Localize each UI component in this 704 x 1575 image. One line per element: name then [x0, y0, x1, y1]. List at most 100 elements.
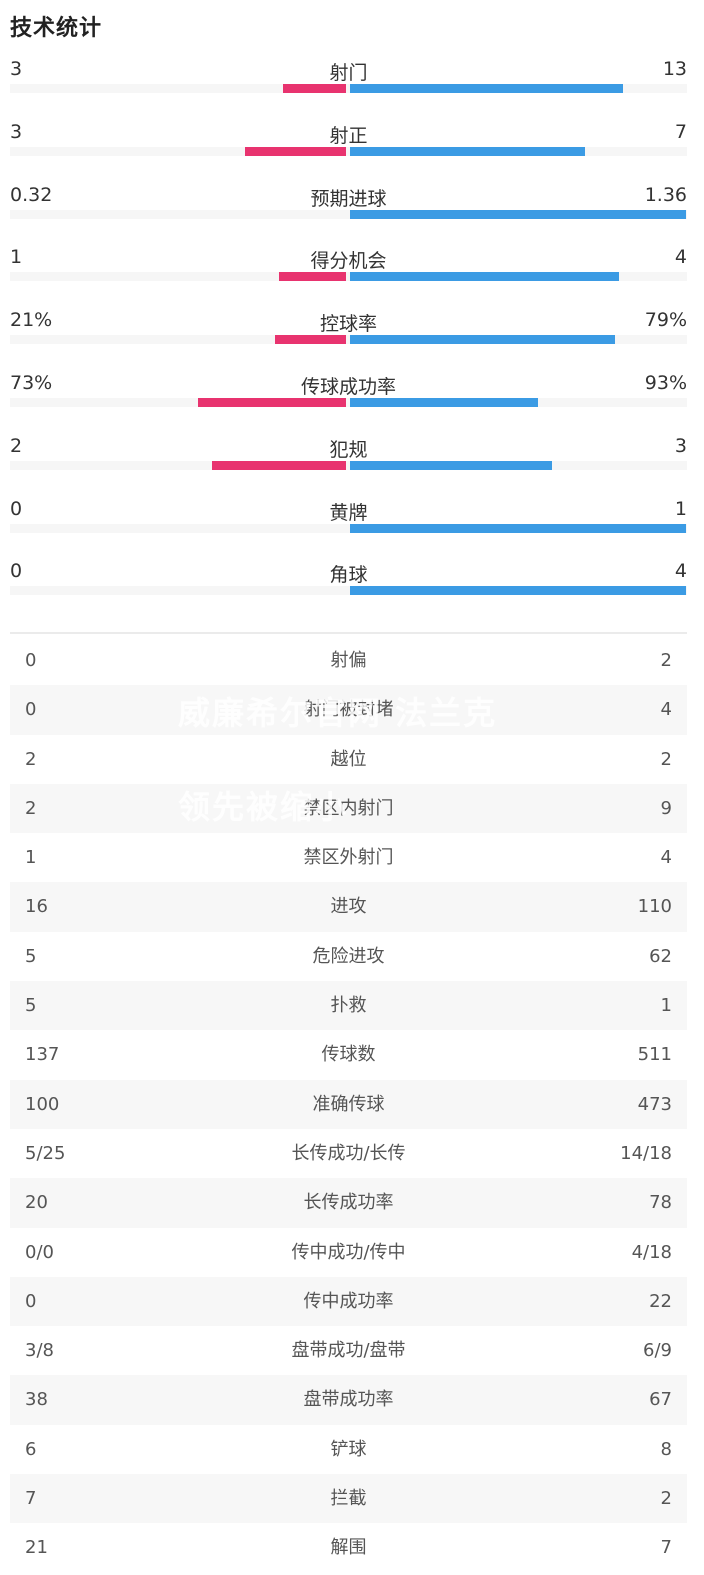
away-value: 3	[674, 434, 687, 457]
stat-label: 黄牌	[329, 501, 368, 524]
stat-label: 盘带成功率	[303, 1389, 394, 1411]
page-title: 技术统计	[10, 16, 103, 41]
away-value: 1	[660, 995, 672, 1017]
bar-stat-row: 21% 控球率 79%	[10, 309, 687, 374]
away-bar	[350, 523, 686, 533]
bar-track	[10, 146, 687, 156]
stat-label: 拦截	[330, 1488, 367, 1510]
away-value: 93%	[644, 372, 687, 394]
away-value: 1	[674, 497, 687, 520]
bar-track	[10, 523, 687, 533]
stat-label: 射门被封堵	[303, 699, 394, 721]
table-row: 5 扑救 1	[10, 981, 687, 1031]
bar-track	[10, 460, 687, 470]
away-value: 8	[660, 1438, 672, 1460]
table-row: 7 拦截 2	[10, 1474, 687, 1524]
away-value: 511	[637, 1044, 672, 1066]
stat-label: 长传成功/长传	[291, 1142, 406, 1164]
stat-label: 犯规	[329, 438, 368, 461]
away-value: 2	[660, 748, 672, 770]
stats-table: 0 射偏 2 0 射门被封堵 4 2 越位 2 2 禁区内射门 9 1 禁区外射门 4 16 进攻 110 5 危险进…	[10, 636, 687, 1573]
table-row: 0/0 传中成功/传中 4/18	[10, 1228, 687, 1277]
away-value: 110	[637, 896, 672, 918]
away-value: 2	[660, 1488, 672, 1510]
bar-track	[10, 586, 687, 596]
table-row: 16 进攻 110	[10, 882, 687, 932]
home-bar	[279, 272, 346, 282]
away-value: 67	[649, 1389, 672, 1411]
bar-track	[10, 209, 687, 219]
away-value: 4	[674, 560, 687, 583]
bar-stat-row: 0 角球 4	[10, 560, 687, 625]
table-row: 0 射偏 2	[10, 636, 687, 685]
table-row: 3/8 盘带成功/盘带 6/9	[10, 1326, 687, 1375]
table-row: 21 解围 7	[10, 1523, 687, 1572]
section-divider	[10, 632, 687, 634]
stat-label: 预期进球	[310, 187, 387, 210]
stat-label: 盘带成功/盘带	[291, 1340, 406, 1362]
away-value: 1.36	[644, 183, 687, 206]
away-value: 6/9	[643, 1340, 672, 1362]
table-row: 1 禁区外射门 4	[10, 833, 687, 882]
table-row: 38 盘带成功率 67	[10, 1375, 687, 1425]
bar-stat-row: 1 得分机会 4	[10, 246, 687, 311]
bar-track	[10, 335, 687, 345]
stat-label: 禁区内射门	[303, 797, 394, 819]
stat-label: 射偏	[330, 650, 367, 671]
bar-stat-row: 0.32 预期进球 1.36	[10, 183, 687, 249]
table-row: 0 传中成功率 22	[10, 1276, 687, 1327]
away-value: 14/18	[620, 1142, 672, 1164]
away-bar	[350, 398, 538, 407]
stat-label: 射门	[329, 62, 368, 84]
stat-label: 角球	[329, 564, 368, 587]
away-value: 7	[660, 1537, 672, 1559]
table-row: 137 传球数 511	[10, 1030, 687, 1079]
table-row: 6 铲球 8	[10, 1425, 687, 1474]
away-bar	[350, 84, 623, 93]
home-bar	[245, 146, 346, 156]
stat-label: 传中成功率	[303, 1290, 394, 1312]
home-bar	[212, 460, 346, 470]
away-bar	[350, 335, 615, 345]
away-value: 4	[660, 847, 672, 869]
stat-label: 越位	[330, 748, 367, 770]
away-value: 7	[674, 120, 687, 143]
stat-label: 控球率	[319, 313, 377, 336]
stat-label: 传中成功/传中	[291, 1241, 406, 1263]
bar-track	[10, 398, 687, 407]
stat-label: 准确传球	[312, 1093, 385, 1115]
bar-stat-row: 2 犯规 3	[10, 434, 687, 500]
away-bar	[350, 209, 686, 219]
away-value: 4/18	[631, 1241, 672, 1263]
away-value: 22	[649, 1290, 672, 1312]
away-bar	[350, 586, 686, 596]
away-value: 79%	[644, 309, 687, 332]
stat-label: 传球数	[321, 1044, 376, 1066]
stat-label: 扑救	[330, 995, 367, 1017]
table-row: 100 准确传球 473	[10, 1079, 687, 1129]
away-value: 4	[660, 699, 672, 721]
bar-stat-row: 0 黄牌 1	[10, 497, 687, 563]
stat-label: 禁区外射门	[303, 847, 394, 869]
stat-label: 进攻	[330, 896, 367, 918]
stat-label: 长传成功率	[303, 1192, 394, 1214]
table-row: 5/25 长传成功/长传 14/18	[10, 1129, 687, 1178]
table-row: 5 危险进攻 62	[10, 932, 687, 981]
stat-label: 得分机会	[310, 250, 387, 273]
bar-stat-row: 73% 传球成功率 93%	[10, 372, 687, 437]
home-bar	[198, 398, 346, 407]
away-bar	[350, 272, 619, 282]
away-value: 4	[674, 246, 687, 269]
away-value: 78	[649, 1192, 672, 1214]
away-bar	[350, 460, 552, 470]
away-value: 473	[637, 1093, 672, 1115]
table-row: 20 长传成功率 78	[10, 1178, 687, 1228]
table-row: 2 越位 2	[10, 735, 687, 784]
away-bar	[350, 146, 585, 156]
table-row: 0 射门被封堵 4	[10, 685, 687, 735]
home-bar	[275, 335, 346, 345]
home-bar	[283, 84, 346, 93]
stat-label: 传球成功率	[300, 376, 396, 398]
bar-stat-row: 3 射正 7	[10, 120, 687, 186]
away-value: 13	[662, 58, 687, 80]
